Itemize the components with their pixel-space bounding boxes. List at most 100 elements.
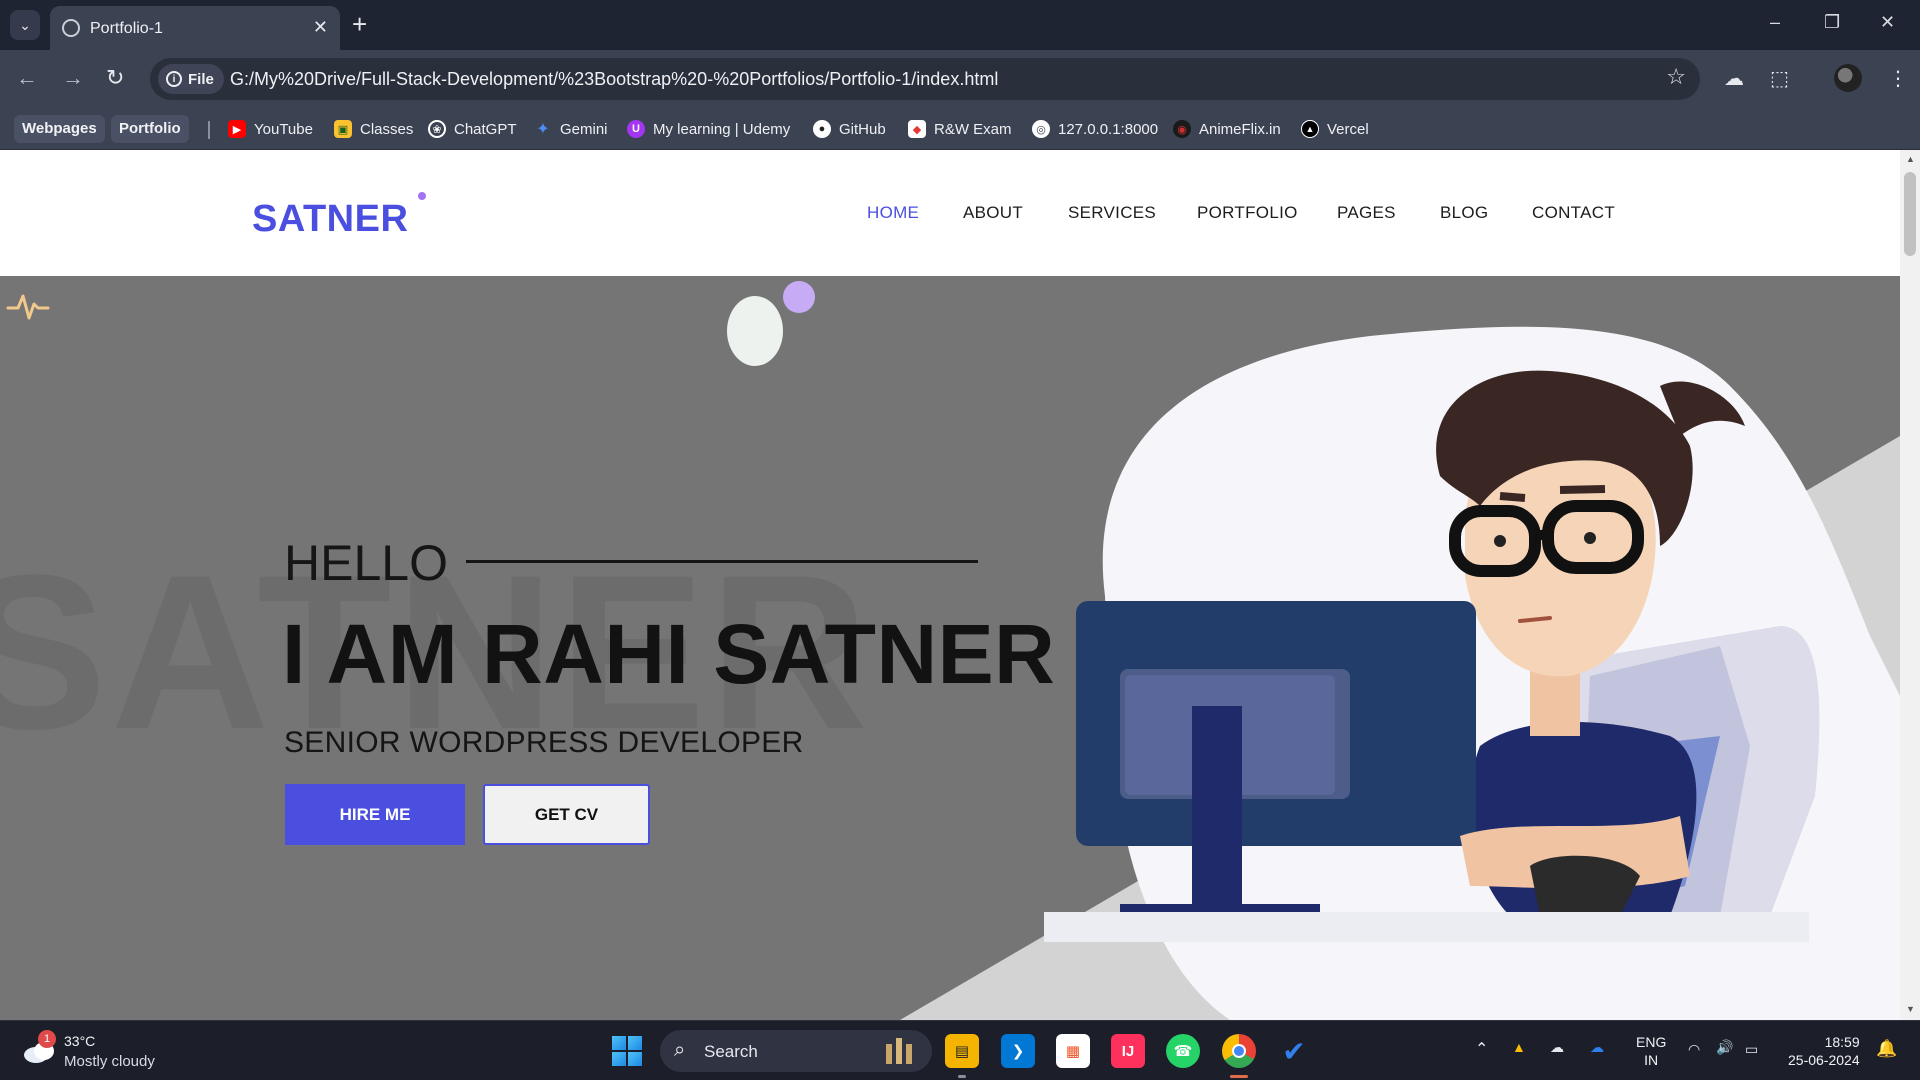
clock-time: 18:59 — [1824, 1034, 1860, 1050]
new-tab-button[interactable]: + — [352, 10, 367, 38]
microsoft-store-icon[interactable]: ▦ — [1056, 1034, 1090, 1068]
bookmark-vercel[interactable]: ▲ Vercel — [1301, 115, 1369, 143]
onedrive-business-icon[interactable]: ☁ — [1590, 1039, 1604, 1056]
todo-icon[interactable]: ✔ — [1277, 1034, 1311, 1068]
show-hidden-icons-chevron-icon[interactable]: ⌃ — [1475, 1039, 1488, 1059]
url-text[interactable]: G:/My%20Drive/Full-Stack-Development/%23… — [230, 69, 998, 90]
profile-avatar[interactable] — [1834, 64, 1862, 92]
bookmark-animeflix[interactable]: ◉ AnimeFlix.in — [1173, 115, 1281, 143]
weather-notification-badge: 1 — [38, 1030, 56, 1048]
nav-portfolio[interactable]: PORTFOLIO — [1197, 203, 1298, 223]
classroom-icon: ▣ — [334, 120, 352, 138]
volume-icon[interactable]: 🔊 — [1716, 1039, 1733, 1056]
windows-taskbar: 1 33°C Mostly cloudy ⌕ Search ▤ ❯ ▦ IJ ☎… — [0, 1020, 1920, 1080]
nav-services[interactable]: SERVICES — [1068, 203, 1156, 223]
pulse-icon — [6, 294, 50, 320]
bookmark-star-icon[interactable]: ☆ — [1666, 64, 1686, 90]
scroll-thumb[interactable] — [1904, 172, 1916, 256]
bookmark-chatgpt[interactable]: ❀ ChatGPT — [428, 115, 517, 143]
nav-blog[interactable]: BLOG — [1440, 203, 1488, 223]
extensions-icon[interactable]: ⬚ — [1770, 66, 1789, 91]
nav-pages[interactable]: PAGES — [1337, 203, 1396, 223]
hero-section: SATNER HELLO I AM RAHI SATNER SENIOR WOR… — [0, 276, 1900, 1020]
wifi-icon[interactable]: ◠ — [1688, 1041, 1700, 1058]
gemini-icon: ✦ — [536, 121, 550, 138]
weather-temperature[interactable]: 33°C — [64, 1033, 95, 1049]
bookmark-youtube[interactable]: ▶ YouTube — [228, 115, 313, 143]
onedrive-personal-icon[interactable]: ☁ — [1550, 1039, 1564, 1056]
system-clock[interactable]: 18:59 25-06-2024 — [1788, 1033, 1860, 1069]
whatsapp-icon[interactable]: ☎ — [1166, 1034, 1200, 1068]
running-indicator — [958, 1075, 966, 1078]
clock-date: 25-06-2024 — [1788, 1052, 1860, 1068]
nav-about[interactable]: ABOUT — [963, 203, 1023, 223]
site-info-chip[interactable]: i File — [158, 64, 224, 94]
region-code: IN — [1644, 1052, 1659, 1068]
bookmark-label: ChatGPT — [454, 120, 517, 138]
globe-icon — [62, 19, 80, 37]
site-logo[interactable]: SATNER — [252, 198, 408, 241]
close-window-button[interactable]: ✕ — [1880, 12, 1895, 33]
windows-start-icon[interactable] — [612, 1036, 642, 1066]
bookmark-classes[interactable]: ▣ Classes — [334, 115, 413, 143]
language-code: ENG — [1636, 1034, 1667, 1050]
bookmark-folder-portfolio[interactable]: Portfolio — [111, 115, 189, 143]
hero-headline: I AM RAHI SATNER — [282, 607, 1056, 701]
nav-contact[interactable]: CONTACT — [1532, 203, 1615, 223]
forward-button[interactable]: → — [62, 65, 84, 91]
close-tab-icon[interactable]: ✕ — [313, 17, 328, 38]
bookmark-label: R&W Exam — [934, 120, 1012, 138]
search-label: Search — [704, 1042, 758, 1061]
search-icon: ⌕ — [674, 1039, 686, 1061]
youtube-icon: ▶ — [228, 120, 246, 138]
battery-icon[interactable]: ▭ — [1745, 1041, 1758, 1058]
weather-condition[interactable]: Mostly cloudy — [64, 1053, 155, 1070]
bookmark-github[interactable]: ● GitHub — [813, 115, 886, 143]
bookmark-divider — [208, 121, 210, 139]
bookmark-label: Gemini — [560, 120, 608, 138]
menu-kebab-icon[interactable]: ⋮ — [1888, 66, 1908, 91]
scroll-up-icon[interactable]: ▲ — [1906, 154, 1915, 164]
browser-tab[interactable]: Portfolio-1 ✕ — [50, 6, 340, 50]
bookmark-rw-exam[interactable]: ◆ R&W Exam — [908, 115, 1012, 143]
tab-search-button[interactable]: ⌄ — [10, 10, 40, 40]
file-explorer-icon[interactable]: ▤ — [945, 1034, 979, 1068]
site-header: SATNER HOME ABOUT SERVICES PORTFOLIO PAG… — [0, 150, 1900, 276]
page-scrollbar[interactable]: ▲ ▼ — [1900, 150, 1920, 1020]
hero-greeting: HELLO — [284, 535, 448, 591]
github-icon: ● — [813, 120, 831, 138]
bookmark-gemini[interactable]: ✦ Gemini — [534, 115, 608, 143]
nav-home[interactable]: HOME — [867, 203, 919, 223]
bookmark-localhost[interactable]: ◎ 127.0.0.1:8000 — [1032, 115, 1158, 143]
vscode-icon[interactable]: ❯ — [1001, 1034, 1035, 1068]
intellij-icon[interactable]: IJ — [1111, 1034, 1145, 1068]
greeting-underline — [466, 560, 978, 563]
restore-button[interactable]: ❐ — [1824, 12, 1840, 33]
taskbar-search[interactable]: ⌕ Search — [660, 1030, 932, 1072]
page-viewport: SATNER HOME ABOUT SERVICES PORTFOLIO PAG… — [0, 150, 1920, 1020]
address-bar[interactable]: i File G:/My%20Drive/Full-Stack-Developm… — [150, 58, 1700, 100]
google-drive-icon[interactable]: ▲ — [1512, 1039, 1526, 1055]
extension-puzzle-icon[interactable]: ☁ — [1724, 66, 1744, 91]
minimize-button[interactable]: – — [1770, 12, 1780, 33]
rw-exam-icon: ◆ — [908, 120, 926, 138]
back-button[interactable]: ← — [16, 65, 38, 91]
search-highlight-icon — [886, 1038, 912, 1064]
notification-bell-icon[interactable]: 🔔 — [1876, 1039, 1897, 1059]
info-icon: i — [166, 71, 182, 87]
udemy-icon: U — [627, 120, 645, 138]
hire-me-button[interactable]: HIRE ME — [285, 784, 465, 845]
hero-role: SENIOR WORDPRESS DEVELOPER — [284, 726, 804, 759]
bookmark-udemy[interactable]: U My learning | Udemy — [627, 115, 790, 143]
scroll-down-icon[interactable]: ▼ — [1906, 1004, 1915, 1014]
input-language[interactable]: ENG IN — [1636, 1033, 1666, 1069]
reload-button[interactable]: ↻ — [106, 65, 124, 91]
animeflix-icon: ◉ — [1173, 120, 1191, 138]
tab-title: Portfolio-1 — [90, 20, 163, 37]
bookmark-label: YouTube — [254, 120, 313, 138]
browser-tab-bar: ⌄ Portfolio-1 ✕ + – ❐ ✕ — [0, 0, 1920, 50]
bookmark-folder-webpages[interactable]: Webpages — [14, 115, 105, 143]
bookmark-label: GitHub — [839, 120, 886, 138]
get-cv-button[interactable]: GET CV — [483, 784, 650, 845]
chrome-icon[interactable] — [1222, 1034, 1256, 1068]
